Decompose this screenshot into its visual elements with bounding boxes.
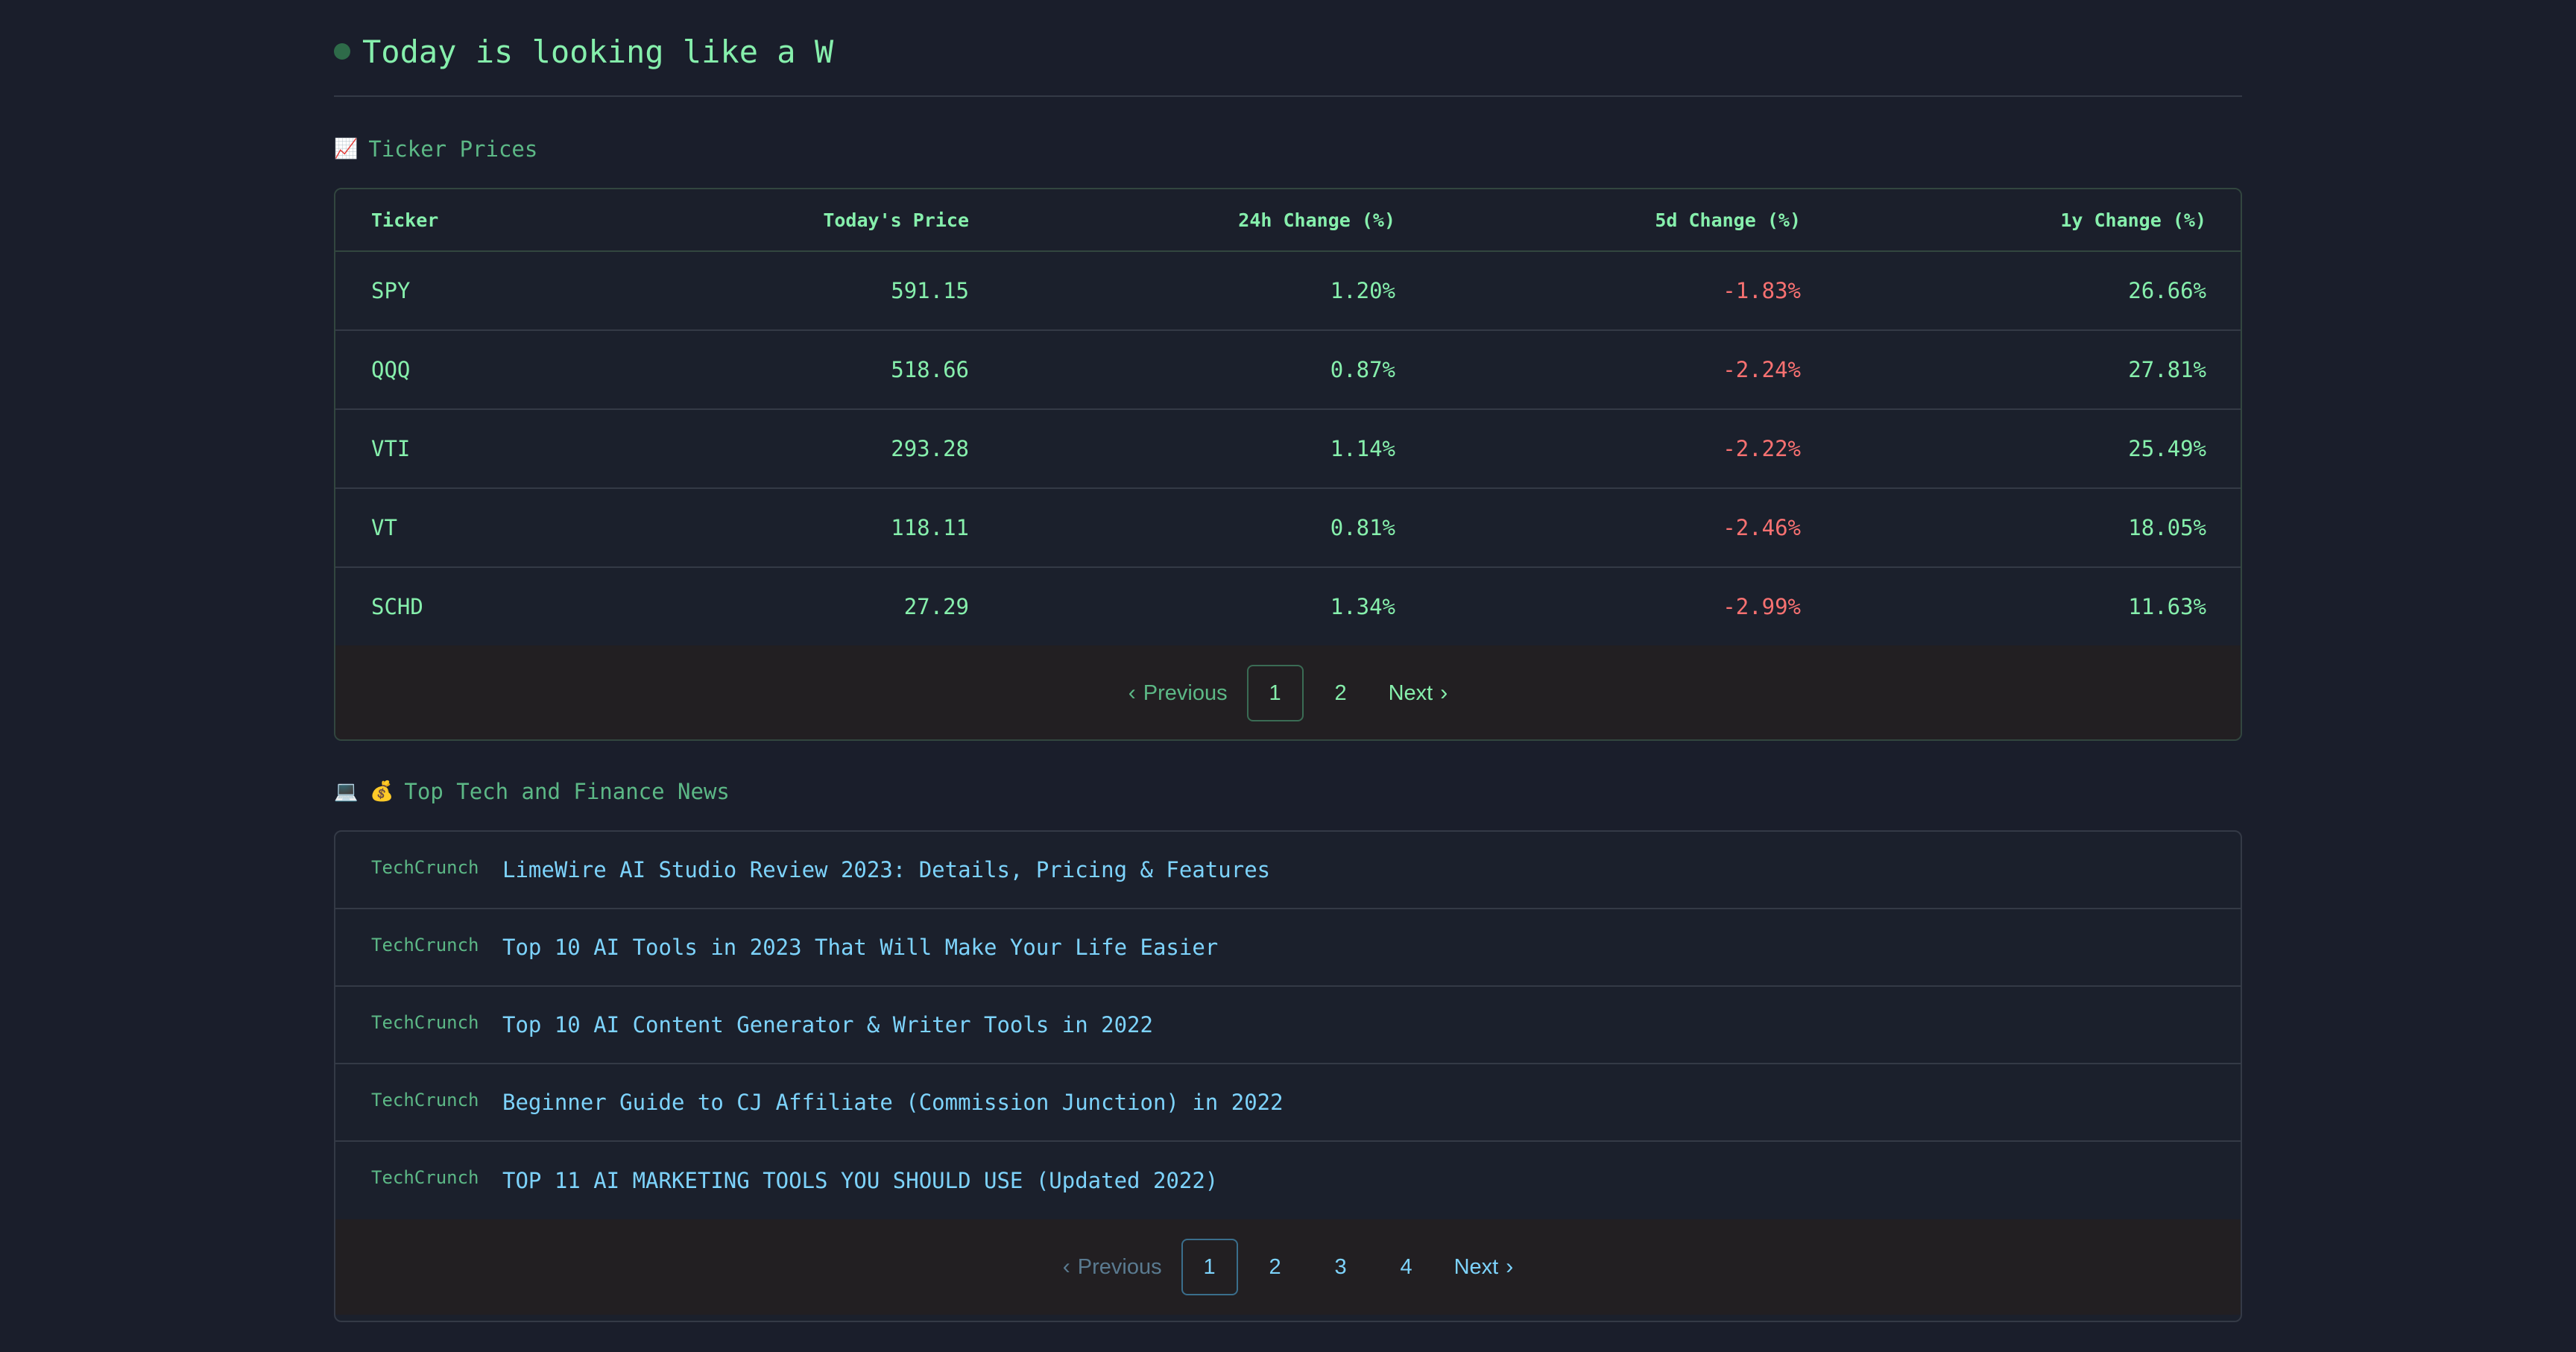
column-header-price: Today's Price [823, 209, 969, 231]
table-row: SPY 591.15 1.20% -1.83% 26.66% [335, 252, 2241, 331]
cell-24h-change: 1.34% [1330, 594, 1395, 619]
chevron-left-icon: ‹ [1128, 680, 1136, 705]
cell-24h-change: 1.20% [1330, 278, 1395, 303]
cell-5d-change: -2.22% [1723, 436, 1801, 461]
news-source: TechCrunch [371, 1012, 479, 1033]
list-item: TechCrunch LimeWire AI Studio Review 202… [335, 832, 2241, 909]
next-page-button[interactable]: Next › [1439, 1254, 1536, 1280]
table-row: VT 118.11 0.81% -2.46% 18.05% [335, 489, 2241, 568]
cell-5d-change: -2.24% [1723, 357, 1801, 382]
ticker-pagination: ‹ Previous 1 2 Next › [335, 645, 2241, 739]
cell-5d-change: -2.99% [1723, 594, 1801, 619]
news-source: TechCrunch [371, 1090, 479, 1111]
cell-price: 27.29 [903, 594, 969, 619]
cell-price: 591.15 [891, 278, 969, 303]
news-source: TechCrunch [371, 935, 479, 955]
cell-5d-change: -1.83% [1723, 278, 1801, 303]
previous-page-button[interactable]: ‹ Previous [1106, 680, 1243, 706]
table-row: QQQ 518.66 0.87% -2.24% 27.81% [335, 331, 2241, 410]
chevron-right-icon: › [1440, 680, 1448, 705]
cell-ticker: VT [371, 515, 397, 540]
previous-label: Previous [1143, 680, 1228, 705]
page-button-1[interactable]: 1 [1246, 665, 1304, 721]
list-item: TechCrunch Top 10 AI Tools in 2023 That … [335, 909, 2241, 987]
cell-1y-change: 25.49% [2128, 436, 2206, 461]
chevron-left-icon: ‹ [1062, 1254, 1070, 1279]
cell-price: 118.11 [891, 515, 969, 540]
cell-24h-change: 0.87% [1330, 357, 1395, 382]
page-button-2[interactable]: 2 [1313, 665, 1369, 721]
news-link[interactable]: TOP 11 AI MARKETING TOOLS YOU SHOULD USE… [502, 1168, 1218, 1193]
column-header-5d-change: 5d Change (%) [1655, 209, 1801, 231]
chart-increasing-icon: 📈 [334, 138, 359, 160]
previous-page-button[interactable]: ‹ Previous [1041, 1254, 1177, 1280]
cell-24h-change: 0.81% [1330, 515, 1395, 540]
page-title: Today is looking like a W [362, 33, 834, 70]
news-section-label: Top Tech and Finance News [404, 779, 730, 804]
ticker-table-card: Ticker Today's Price 24h Change (%) 5d C… [334, 188, 2242, 741]
column-header-24h-change: 24h Change (%) [1238, 209, 1395, 231]
cell-price: 293.28 [891, 436, 969, 461]
laptop-moneybag-icon: 💻 💰 [334, 780, 394, 803]
news-source: TechCrunch [371, 857, 479, 878]
cell-price: 518.66 [891, 357, 969, 382]
cell-24h-change: 1.14% [1330, 436, 1395, 461]
news-link[interactable]: LimeWire AI Studio Review 2023: Details,… [502, 857, 1270, 882]
news-pagination: ‹ Previous 1 2 3 4 Next › [335, 1219, 2241, 1315]
ticker-section-title: 📈 Ticker Prices [334, 134, 537, 164]
list-item: TechCrunch TOP 11 AI MARKETING TOOLS YOU… [335, 1142, 2241, 1219]
page-button-3[interactable]: 3 [1313, 1239, 1369, 1295]
page-button-2[interactable]: 2 [1247, 1239, 1304, 1295]
cell-ticker: QQQ [371, 357, 411, 382]
table-row: VTI 293.28 1.14% -2.22% 25.49% [335, 410, 2241, 489]
cell-ticker: VTI [371, 436, 411, 461]
news-link[interactable]: Beginner Guide to CJ Affiliate (Commissi… [502, 1090, 1284, 1115]
cell-5d-change: -2.46% [1723, 515, 1801, 540]
table-row: SCHD 27.29 1.34% -2.99% 11.63% [335, 568, 2241, 645]
column-header-1y-change: 1y Change (%) [2060, 209, 2206, 231]
news-link[interactable]: Top 10 AI Content Generator & Writer Too… [502, 1012, 1153, 1037]
next-label: Next [1388, 680, 1433, 705]
list-item: TechCrunch Top 10 AI Content Generator &… [335, 987, 2241, 1064]
page-header: Today is looking like a W [334, 0, 2242, 97]
next-page-button[interactable]: Next › [1374, 680, 1471, 706]
news-section-title: 💻 💰 Top Tech and Finance News [334, 777, 730, 806]
column-header-ticker: Ticker [371, 209, 439, 231]
previous-label: Previous [1077, 1254, 1162, 1279]
list-item: TechCrunch Beginner Guide to CJ Affiliat… [335, 1064, 2241, 1142]
page-button-1[interactable]: 1 [1181, 1239, 1238, 1295]
ticker-table-header: Ticker Today's Price 24h Change (%) 5d C… [335, 189, 2241, 252]
cell-1y-change: 11.63% [2128, 594, 2206, 619]
chevron-right-icon: › [1506, 1254, 1514, 1279]
status-dot-icon [334, 43, 350, 60]
news-list-card: TechCrunch LimeWire AI Studio Review 202… [334, 830, 2242, 1322]
ticker-section-label: Ticker Prices [368, 136, 538, 162]
cell-1y-change: 26.66% [2128, 278, 2206, 303]
main-container: Today is looking like a W 📈 Ticker Price… [334, 0, 2242, 1322]
cell-1y-change: 27.81% [2128, 357, 2206, 382]
next-label: Next [1453, 1254, 1499, 1279]
news-link[interactable]: Top 10 AI Tools in 2023 That Will Make Y… [502, 935, 1218, 960]
cell-1y-change: 18.05% [2128, 515, 2206, 540]
cell-ticker: SPY [371, 278, 411, 303]
cell-ticker: SCHD [371, 594, 423, 619]
page-button-4[interactable]: 4 [1378, 1239, 1435, 1295]
news-source: TechCrunch [371, 1167, 479, 1188]
